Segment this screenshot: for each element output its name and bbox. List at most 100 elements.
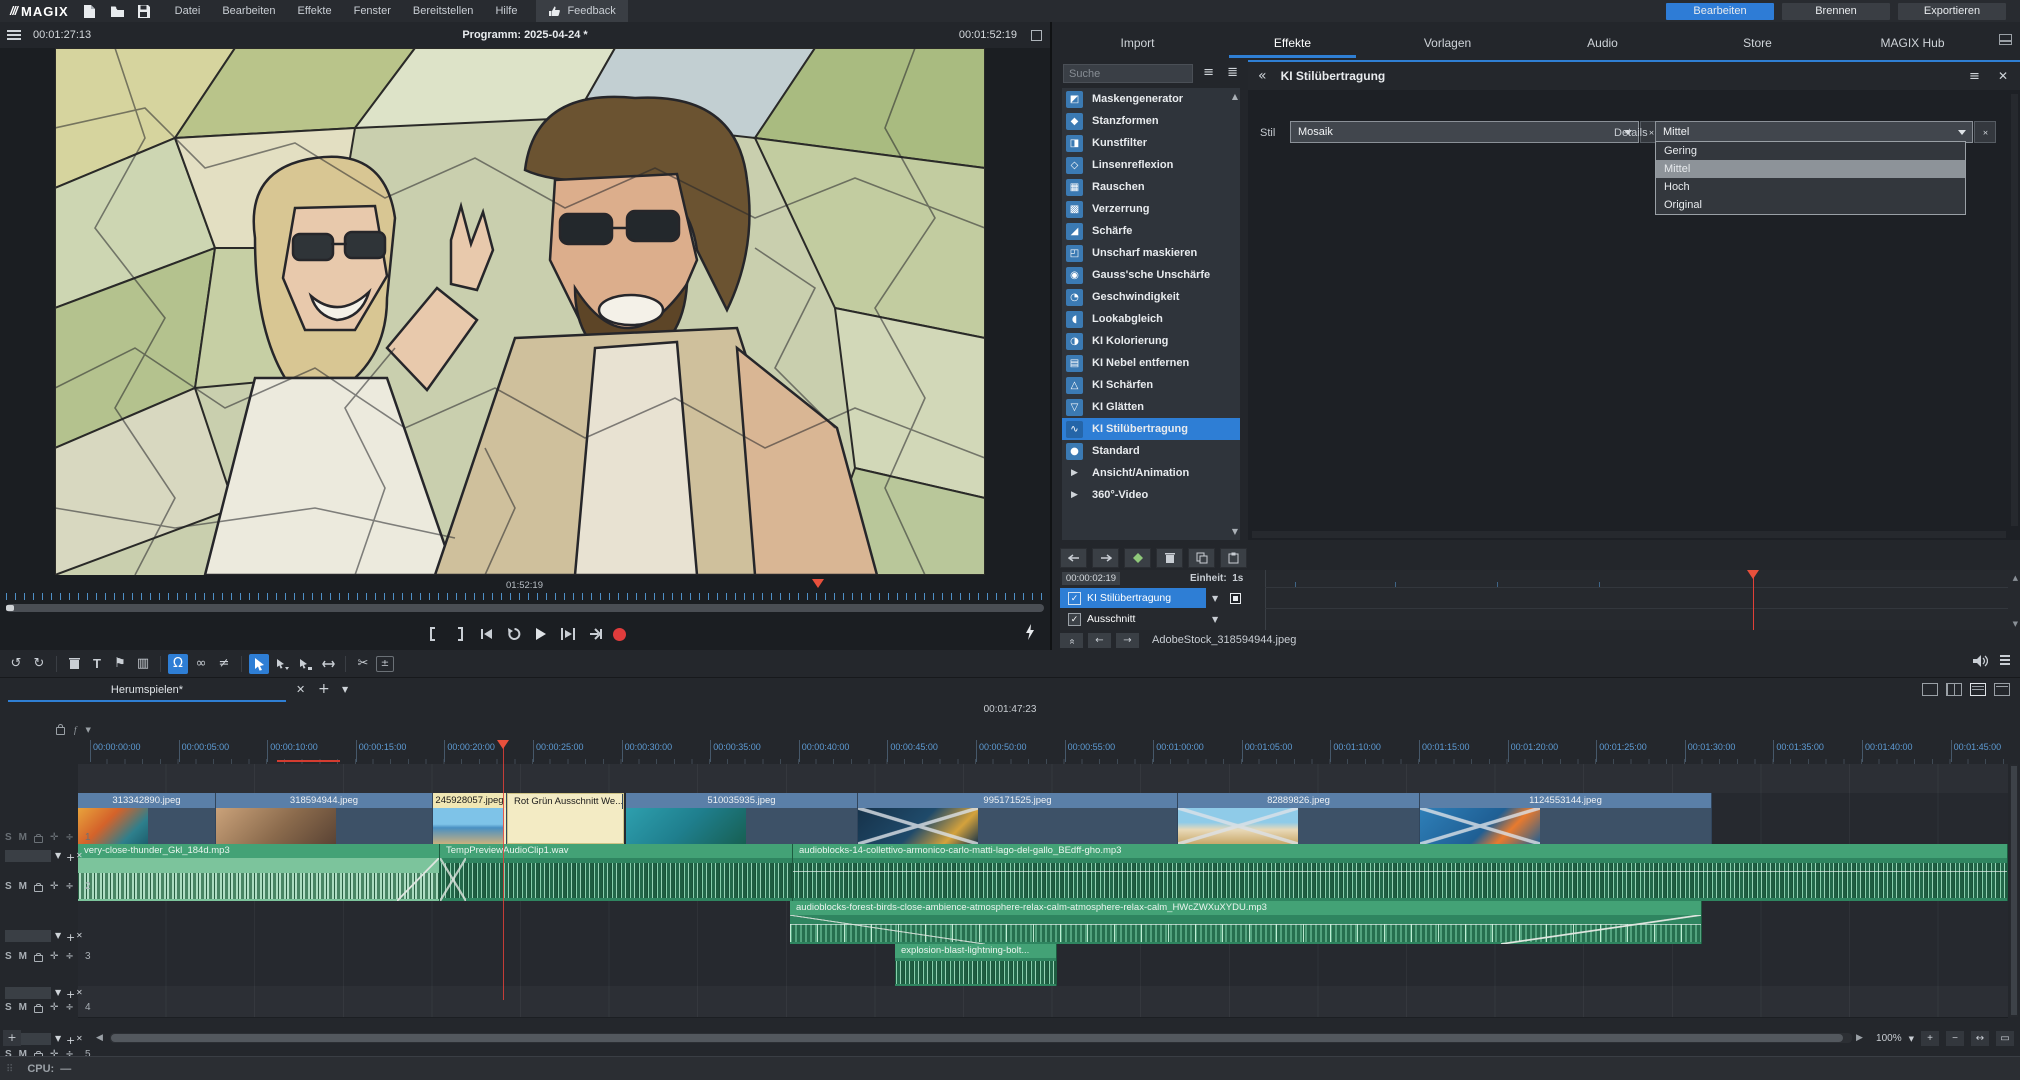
marker-flag-icon[interactable]: ⚑ bbox=[110, 654, 130, 674]
next-clip-icon[interactable]: → bbox=[1116, 633, 1139, 648]
mouse-mode-stretch-icon[interactable] bbox=[318, 654, 338, 674]
timeline-clip[interactable]: 245928057.jpeg bbox=[433, 793, 507, 844]
keyframe-playhead[interactable] bbox=[1753, 572, 1754, 630]
unit-value[interactable]: 1s bbox=[1232, 573, 1243, 584]
audio-clip[interactable]: explosion-blast-lightning-bolt... bbox=[895, 944, 1057, 986]
mode-button-brennen[interactable]: Brennen bbox=[1782, 3, 1890, 20]
link-objects-icon[interactable]: ∞ bbox=[191, 654, 211, 674]
add-track-icon[interactable]: + bbox=[66, 988, 75, 1001]
audio-clip[interactable]: TempPreviewAudioClip1.wav bbox=[440, 844, 793, 901]
keyframe-row-ki-stil-bertragung[interactable]: ✓KI Stilübertragung bbox=[1060, 588, 1206, 608]
solo-button[interactable]: S bbox=[5, 1002, 12, 1013]
snap-magnet-icon[interactable]: Ω bbox=[168, 654, 188, 674]
mute-button[interactable]: M bbox=[19, 881, 27, 892]
scrollbar-thumb[interactable] bbox=[111, 1034, 1843, 1042]
mouse-mode-icon[interactable] bbox=[249, 654, 269, 674]
mute-button[interactable]: M bbox=[19, 951, 27, 962]
add-keyframe-icon[interactable] bbox=[1124, 548, 1151, 568]
effect-item-ki-kolorierung[interactable]: ◑KI Kolorierung bbox=[1062, 330, 1240, 352]
fade-out-handle[interactable] bbox=[1501, 915, 1701, 944]
effect-item-maskengenerator[interactable]: ◩Maskengenerator bbox=[1062, 88, 1240, 110]
detail-view-icon[interactable]: ≣ bbox=[1227, 65, 1238, 80]
zoom-level[interactable]: 100% bbox=[1876, 1033, 1902, 1044]
track-height-icon[interactable] bbox=[1998, 654, 2012, 671]
play-range-icon[interactable] bbox=[559, 625, 577, 643]
track-name-field[interactable] bbox=[5, 987, 51, 999]
delete-track-icon[interactable]: ✕ bbox=[76, 851, 83, 860]
mute-button[interactable]: M bbox=[19, 832, 27, 843]
back-icon[interactable]: « bbox=[1258, 68, 1267, 84]
timeline-clip[interactable]: 313342890.jpeg bbox=[78, 793, 216, 844]
menu-item-hilfe[interactable]: Hilfe bbox=[486, 1, 526, 21]
solo-button[interactable]: S bbox=[5, 832, 12, 843]
scroll-left-icon[interactable]: ◀ bbox=[96, 1033, 103, 1043]
track-lock-icon[interactable] bbox=[34, 955, 43, 962]
tab-audio[interactable]: Audio bbox=[1525, 30, 1680, 56]
add-track-icon[interactable]: + bbox=[66, 851, 75, 864]
effect-item-kunstfilter[interactable]: ◨Kunstfilter bbox=[1062, 132, 1240, 154]
list-view-icon[interactable]: ≡ bbox=[1203, 65, 1214, 80]
menu-item-effekte[interactable]: Effekte bbox=[289, 1, 341, 21]
keyframe-timecode[interactable]: 00:00:02:19 bbox=[1062, 572, 1120, 585]
dropdown-option-mittel[interactable]: Mittel bbox=[1656, 160, 1965, 178]
menu-item-fenster[interactable]: Fenster bbox=[345, 1, 400, 21]
detail-vertical-scrollbar[interactable] bbox=[2011, 94, 2018, 526]
track-resize-icon[interactable]: ÷ bbox=[65, 881, 73, 892]
track-lane-6[interactable] bbox=[78, 986, 2008, 1018]
preview-scrollbar-thumb[interactable] bbox=[6, 605, 14, 611]
tab-import[interactable]: Import bbox=[1060, 30, 1215, 56]
record-button[interactable] bbox=[613, 628, 626, 641]
effect-item-ki-nebel-entfernen[interactable]: ▤KI Nebel entfernen bbox=[1062, 352, 1240, 374]
preview-mini-timeline[interactable]: 01:52:19 bbox=[6, 582, 1044, 600]
track-lock-icon[interactable] bbox=[34, 885, 43, 892]
tab-vorlagen[interactable]: Vorlagen bbox=[1370, 30, 1525, 56]
close-tab-icon[interactable]: ✕ bbox=[296, 683, 305, 696]
add-track-icon[interactable]: + bbox=[3, 1030, 21, 1046]
timeline-clip[interactable]: 82889826.jpeg bbox=[1178, 793, 1420, 844]
track-resize-icon[interactable]: ÷ bbox=[65, 1002, 73, 1013]
project-tab[interactable]: Herumspielen* bbox=[8, 680, 286, 702]
scene-view-icon[interactable] bbox=[1946, 683, 1962, 696]
detail-horizontal-scrollbar[interactable] bbox=[1252, 531, 2006, 538]
mouse-mode-single-icon[interactable] bbox=[272, 654, 292, 674]
paste-icon[interactable] bbox=[1220, 548, 1247, 568]
effect-item-rauschen[interactable]: ▦Rauschen bbox=[1062, 176, 1240, 198]
timeline-clip[interactable]: Rot Grün Ausschnitt We... bbox=[507, 793, 624, 844]
multicam-view-icon[interactable] bbox=[1994, 683, 2010, 696]
track-move-icon[interactable]: ✛ bbox=[50, 951, 58, 962]
timeline-view-icon[interactable] bbox=[1970, 683, 1986, 696]
keyframe-row-ausschnitt[interactable]: ✓Ausschnitt bbox=[1060, 609, 1265, 629]
effects-f-icon[interactable]: f bbox=[74, 725, 77, 735]
details-select[interactable]: Mittel bbox=[1655, 121, 1973, 143]
track-lock-icon[interactable] bbox=[34, 836, 43, 843]
mode-button-bearbeiten[interactable]: Bearbeiten bbox=[1666, 3, 1774, 20]
mute-button[interactable]: M bbox=[19, 1002, 27, 1013]
save-icon[interactable] bbox=[137, 4, 150, 19]
dropdown-option-gering[interactable]: Gering bbox=[1656, 142, 1965, 160]
play-icon[interactable] bbox=[532, 625, 550, 643]
tab-magix-hub[interactable]: MAGIX Hub bbox=[1835, 30, 1990, 56]
timeline-horizontal-scrollbar[interactable] bbox=[110, 1033, 1852, 1043]
effect-item-verzerrung[interactable]: ▩Verzerrung bbox=[1062, 198, 1240, 220]
track-lane-1[interactable] bbox=[78, 764, 2008, 794]
track-move-icon[interactable]: ✛ bbox=[50, 832, 58, 843]
track-caret-icon[interactable]: ▼ bbox=[55, 851, 61, 860]
timeline-clip[interactable]: 510035935.jpeg bbox=[626, 793, 858, 844]
previous-clip-icon[interactable]: ← bbox=[1088, 633, 1111, 648]
redo-icon[interactable]: ↻ bbox=[29, 654, 49, 674]
fade-out-handle[interactable] bbox=[397, 858, 439, 901]
track-name-field[interactable] bbox=[5, 850, 51, 862]
timeline-ruler[interactable]: 00:00:00:0000:00:05:0000:00:10:0000:00:1… bbox=[78, 738, 2008, 765]
close-icon[interactable]: ✕ bbox=[1998, 69, 2008, 83]
keyframe-display-icon[interactable] bbox=[1230, 593, 1241, 604]
range-in-icon[interactable] bbox=[424, 625, 442, 643]
row-caret-icon[interactable]: ▼ bbox=[1212, 615, 1218, 624]
jump-start-icon[interactable] bbox=[478, 625, 496, 643]
preview-playhead-marker[interactable] bbox=[812, 579, 824, 594]
caret-down-icon[interactable]: ▼ bbox=[86, 726, 91, 734]
jump-end-icon[interactable] bbox=[586, 625, 604, 643]
collapse-icon[interactable]: « bbox=[1060, 633, 1083, 648]
add-track-icon[interactable]: + bbox=[66, 931, 75, 944]
delete-track-icon[interactable]: ✕ bbox=[76, 988, 83, 997]
tab-list-caret-icon[interactable]: ▼ bbox=[342, 685, 348, 694]
